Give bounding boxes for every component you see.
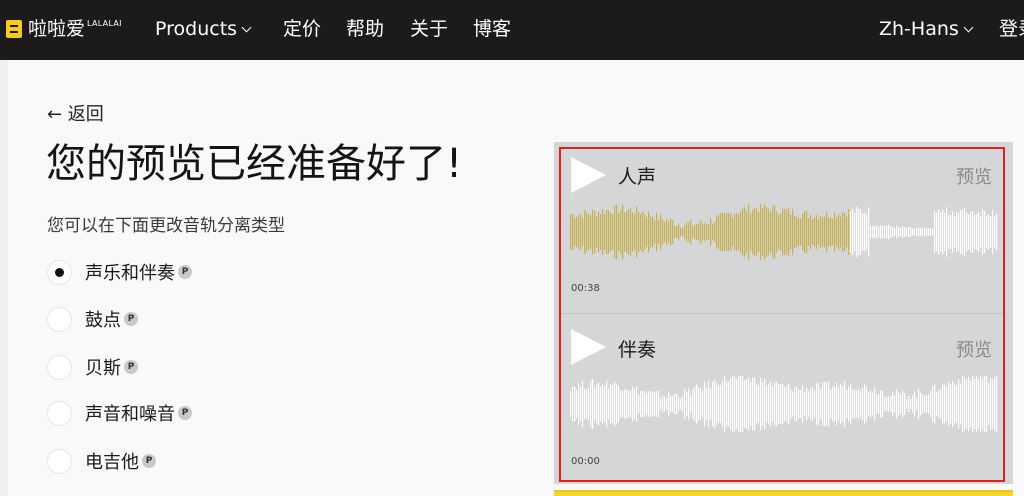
nav-about[interactable]: 关于 — [410, 17, 448, 41]
page-subtitle: 您可以在下面更改音轨分离类型 — [47, 216, 285, 236]
language-label: Zh-Hans — [879, 18, 959, 40]
radio-selected[interactable] — [47, 259, 72, 285]
nav-login[interactable]: 登录 — [999, 17, 1024, 41]
option-vocal-instrumental[interactable]: 声乐和伴奏 P — [47, 259, 192, 285]
option-voice-noise[interactable]: 声音和噪音 P — [47, 400, 192, 426]
option-label: 电吉他 — [85, 452, 139, 473]
action-bar — [554, 490, 1013, 496]
chevron-down-icon — [963, 22, 974, 33]
nav-pricing[interactable]: 定价 — [283, 17, 321, 41]
option-label: 声音和噪音 — [85, 404, 175, 425]
nav-help[interactable]: 帮助 — [346, 17, 384, 41]
logo-text: 啦啦爱 — [28, 18, 86, 40]
option-drums[interactable]: 鼓点 P — [47, 306, 138, 332]
top-nav: 啦啦爱 LALALAI Products 定价 帮助 关于 博客 Zh-Hans… — [0, 0, 1024, 60]
premium-badge: P — [124, 312, 138, 326]
option-label: 贝斯 — [85, 358, 121, 379]
nav-blog[interactable]: 博客 — [473, 17, 511, 41]
option-electric-guitar[interactable]: 电吉他 P — [47, 448, 156, 474]
back-link[interactable]: ← 返回 — [47, 100, 104, 126]
option-bass[interactable]: 贝斯 P — [47, 354, 138, 380]
logo-icon — [6, 20, 22, 38]
option-label: 鼓点 — [85, 310, 121, 331]
language-selector[interactable]: Zh-Hans — [879, 17, 974, 41]
radio-unselected[interactable] — [47, 400, 72, 426]
page-title: 您的预览已经准备好了! — [46, 141, 463, 187]
logo-superscript: LALALAI — [87, 19, 122, 28]
premium-badge: P — [142, 454, 156, 468]
premium-badge: P — [124, 360, 138, 374]
logo[interactable]: 啦啦爱 LALALAI — [6, 18, 122, 40]
nav-products-label: Products — [155, 18, 238, 40]
chevron-down-icon — [241, 22, 252, 33]
highlight-box — [559, 147, 1005, 482]
radio-unselected[interactable] — [47, 306, 72, 332]
option-label: 声乐和伴奏 — [85, 263, 175, 284]
radio-unselected[interactable] — [47, 354, 72, 380]
premium-badge: P — [178, 265, 192, 279]
radio-unselected[interactable] — [47, 448, 72, 474]
nav-products[interactable]: Products — [155, 17, 252, 41]
premium-badge: P — [178, 406, 192, 420]
